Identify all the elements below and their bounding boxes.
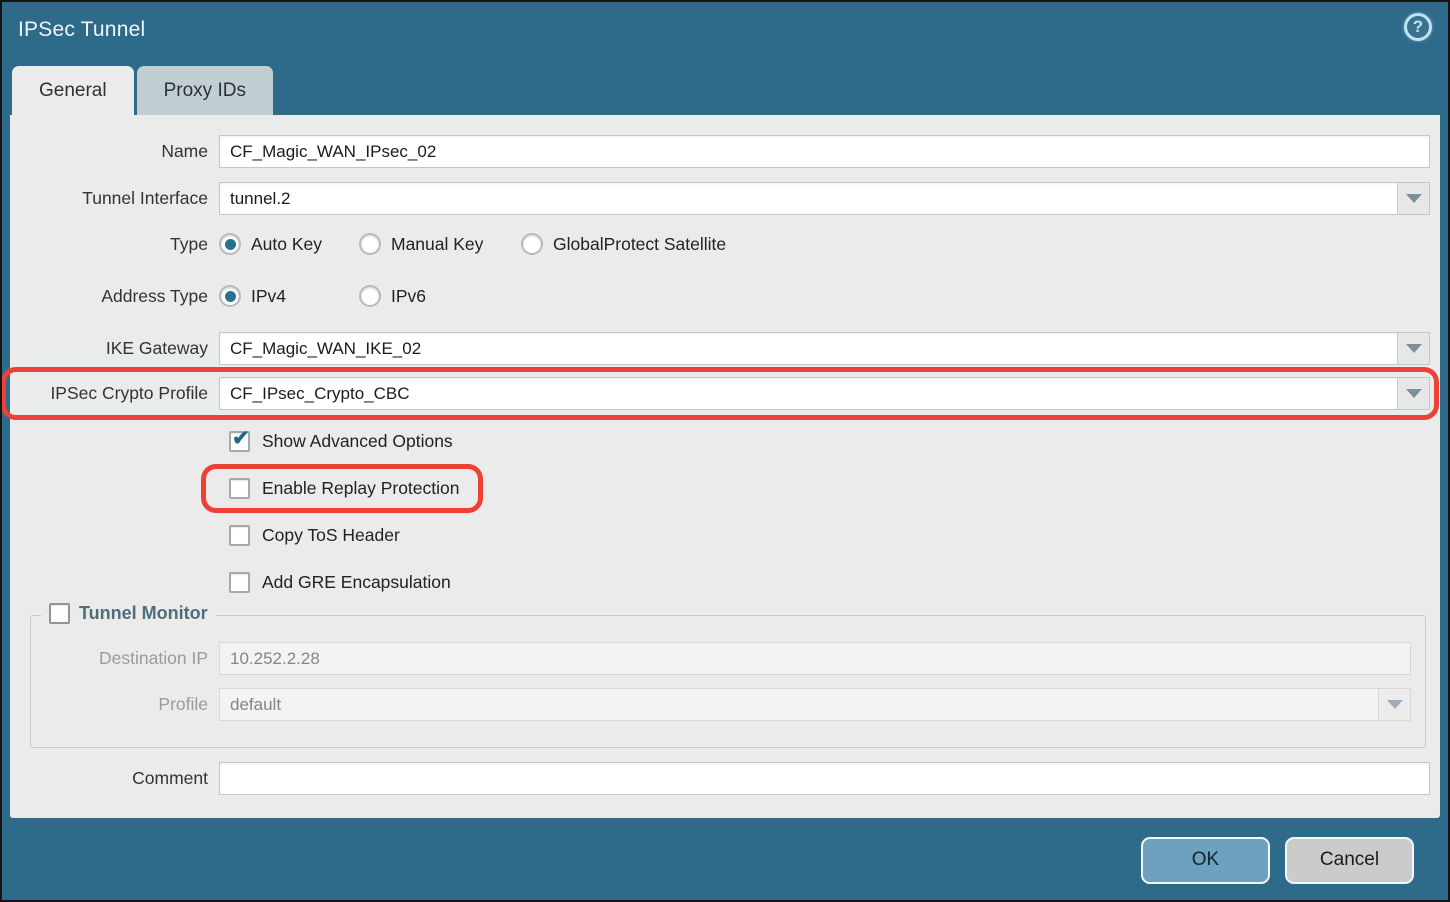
address-type-label: Address Type [10,286,219,307]
show-advanced-options-label: Show Advanced Options [262,431,453,452]
radio-globalprotect-satellite-circle [521,233,543,255]
add-gre-encapsulation-label: Add GRE Encapsulation [262,572,451,593]
radio-globalprotect-satellite-label: GlobalProtect Satellite [553,234,726,255]
chevron-down-icon [1406,194,1422,203]
ipsec-crypto-profile-dropdown-button[interactable] [1397,378,1429,409]
destination-ip-label: Destination IP [31,648,219,669]
show-advanced-options-row[interactable]: Show Advanced Options [229,427,1440,455]
ipsec-tunnel-dialog: IPSec Tunnel ? General Proxy IDs Name Tu… [0,0,1450,902]
copy-tos-header-label: Copy ToS Header [262,525,400,546]
ipsec-crypto-profile-label: IPSec Crypto Profile [10,383,219,404]
help-icon[interactable]: ? [1404,13,1432,41]
type-row: Type Auto Key Manual Key GlobalProtect S… [10,231,1430,257]
name-input[interactable] [219,135,1430,168]
type-label: Type [10,234,219,255]
ike-gateway-dropdown-button[interactable] [1397,333,1429,364]
chevron-down-icon [1406,344,1422,353]
tab-proxy-ids[interactable]: Proxy IDs [137,66,273,115]
monitor-profile-label: Profile [31,694,219,715]
tunnel-monitor-checkbox[interactable] [49,603,70,624]
radio-ipv4-circle [219,285,241,307]
enable-replay-protection-checkbox[interactable] [229,478,250,499]
address-type-row: Address Type IPv4 IPv6 [10,283,1430,309]
tunnel-interface-row: Tunnel Interface [10,182,1430,215]
tunnel-interface-input[interactable] [219,182,1430,215]
destination-ip-row: Destination IP [31,642,1411,675]
enable-replay-protection-row: Enable Replay Protection [229,474,1440,502]
cancel-button[interactable]: Cancel [1285,837,1414,884]
tunnel-monitor-legend: Tunnel Monitor [41,603,216,624]
copy-tos-header-checkbox[interactable] [229,525,250,546]
radio-auto-key[interactable]: Auto Key [219,233,359,255]
name-label: Name [10,141,219,162]
ipsec-crypto-profile-row: IPSec Crypto Profile [10,377,1430,410]
dialog-title: IPSec Tunnel [18,18,145,42]
copy-tos-header-row[interactable]: Copy ToS Header [229,521,1440,549]
tunnel-interface-label: Tunnel Interface [10,188,219,209]
tunnel-monitor-group: Tunnel Monitor Destination IP Profile [30,615,1426,748]
type-radio-group: Auto Key Manual Key GlobalProtect Satell… [219,233,734,255]
enable-replay-protection-label: Enable Replay Protection [262,478,459,499]
monitor-profile-input [219,688,1411,721]
ike-gateway-label: IKE Gateway [10,338,219,359]
monitor-profile-dropdown-button [1378,689,1410,720]
tunnel-monitor-label: Tunnel Monitor [79,603,208,624]
radio-ipv6-label: IPv6 [391,286,426,307]
radio-ipv6[interactable]: IPv6 [359,285,434,307]
radio-ipv4[interactable]: IPv4 [219,285,359,307]
comment-row: Comment [10,762,1430,795]
ok-button[interactable]: OK [1141,837,1270,884]
dialog-titlebar: IPSec Tunnel ? [2,2,1448,66]
radio-manual-key-circle [359,233,381,255]
ipsec-crypto-profile-input[interactable] [219,377,1430,410]
radio-auto-key-circle [219,233,241,255]
tunnel-interface-dropdown-button[interactable] [1397,183,1429,214]
ike-gateway-input[interactable] [219,332,1430,365]
chevron-down-icon [1406,389,1422,398]
dialog-footer: OK Cancel [2,818,1448,902]
enable-replay-protection-highlight: Enable Replay Protection [229,478,459,499]
tab-proxy-ids-label: Proxy IDs [164,80,246,102]
show-advanced-options-checkbox[interactable] [229,431,250,452]
radio-manual-key[interactable]: Manual Key [359,233,521,255]
add-gre-encapsulation-row[interactable]: Add GRE Encapsulation [229,568,1440,596]
name-row: Name [10,135,1430,168]
ike-gateway-row: IKE Gateway [10,332,1430,365]
tab-general-label: General [39,80,107,102]
address-type-radio-group: IPv4 IPv6 [219,285,434,307]
general-tab-panel: Name Tunnel Interface Type Auto Key [10,115,1440,818]
comment-label: Comment [10,768,219,789]
radio-ipv6-circle [359,285,381,307]
monitor-profile-row: Profile [31,688,1411,721]
tab-bar: General Proxy IDs [12,66,1448,115]
radio-manual-key-label: Manual Key [391,234,483,255]
chevron-down-icon [1387,700,1403,709]
radio-globalprotect-satellite[interactable]: GlobalProtect Satellite [521,233,734,255]
radio-auto-key-label: Auto Key [251,234,322,255]
comment-input[interactable] [219,762,1430,795]
radio-ipv4-label: IPv4 [251,286,286,307]
help-icon-glyph: ? [1413,17,1423,37]
add-gre-encapsulation-checkbox[interactable] [229,572,250,593]
tab-general[interactable]: General [12,66,134,115]
destination-ip-input [219,642,1411,675]
